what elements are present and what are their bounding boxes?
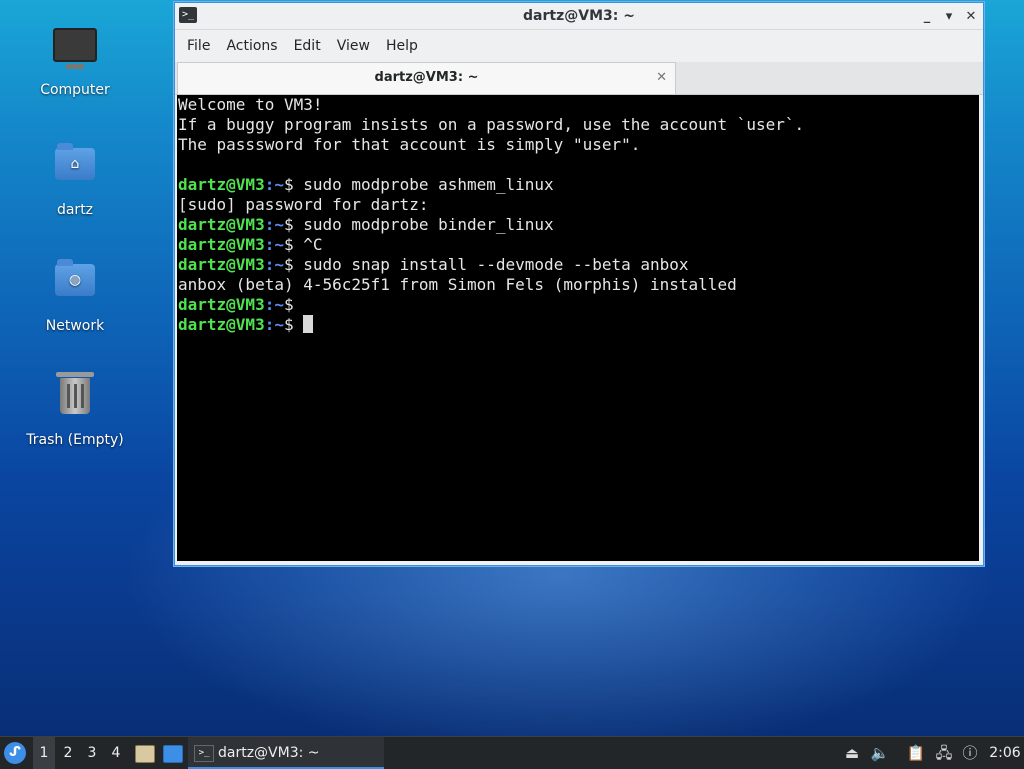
terminal-text: If a buggy program insists on a password… [178,115,805,134]
volume-icon[interactable]: 🔈 [868,737,892,769]
close-button[interactable]: ✕ [965,9,977,24]
desktop-icon-home[interactable]: ⌂ dartz [20,140,130,218]
prompt-user-host: dartz@VM3 [178,175,265,194]
window-title: dartz@VM3: ~ [523,8,635,24]
terminal-icon: >_ [194,745,214,762]
menu-view[interactable]: View [329,38,378,54]
taskbar-terminal-task[interactable]: >_ dartz@VM3: ~ [188,737,384,769]
terminal-prompt-line: dartz@VM3:~$ [178,295,979,315]
tab-close-icon[interactable]: ✕ [656,63,667,93]
terminal-prompt-line: dartz@VM3:~$ sudo modprobe ashmem_linux [178,175,979,195]
menu-edit[interactable]: Edit [286,38,329,54]
terminal-output-line: anbox (beta) 4-56c25f1 from Simon Fels (… [178,275,979,295]
prompt-user-host: dartz@VM3 [178,235,265,254]
desktop-icon [163,745,183,763]
desktop-icon-label: Trash (Empty) [26,432,124,448]
file-manager-launcher[interactable] [133,737,155,769]
prompt-user-host: dartz@VM3 [178,255,265,274]
prompt-symbol: $ [283,255,304,274]
workspace-3[interactable]: 3 [81,737,103,769]
trash-icon [51,372,99,426]
terminal-prompt-line: dartz@VM3:~$ [178,315,979,335]
terminal-tab[interactable]: dartz@VM3: ~ ✕ [177,62,676,94]
desktop-icon-label: Network [45,318,105,334]
terminal-prompt-line: dartz@VM3:~$ sudo snap install --devmode… [178,255,979,275]
desktop-icon-label: dartz [56,202,94,218]
start-menu-button[interactable]: ᔑ [4,737,28,769]
home-folder-icon: ⌂ [51,143,99,196]
update-notifier-icon[interactable]: ⓘ [958,737,982,769]
taskbar: ᔑ 1 2 3 4 >_ dartz@VM3: ~ ⏏ 🔈 📋 🖧 ⓘ 2:06 [0,736,1024,769]
terminal-text: [sudo] password for dartz: [178,195,429,214]
desktop-icon-label: Computer [40,82,110,98]
terminal-output-line: The passsword for that account is simply… [178,135,979,155]
eject-icon[interactable]: ⏏ [840,737,864,769]
prompt-symbol: $ [283,315,304,334]
prompt-user-host: dartz@VM3 [178,295,265,314]
prompt-symbol: $ [283,215,304,234]
tab-bar: dartz@VM3: ~ ✕ [175,62,983,95]
terminal-text: sudo snap install --devmode --beta anbox [303,255,689,274]
window-titlebar[interactable]: >_ dartz@VM3: ~ _ ▾ ✕ [175,3,983,30]
menu-file[interactable]: File [179,38,218,54]
network-folder-icon: ◍ [51,259,99,312]
tab-title: dartz@VM3: ~ [374,70,479,85]
prompt-path: :~ [264,215,284,234]
terminal-output-line: If a buggy program insists on a password… [178,115,979,135]
desktop-icon-trash[interactable]: Trash (Empty) [20,372,130,448]
terminal-window: >_ dartz@VM3: ~ _ ▾ ✕ File Actions Edit … [174,2,984,566]
prompt-symbol: $ [283,235,304,254]
prompt-user-host: dartz@VM3 [178,315,265,334]
computer-icon [51,28,99,76]
prompt-symbol: $ [283,295,304,314]
maximize-button[interactable]: ▾ [943,9,955,24]
clipboard-icon[interactable]: 📋 [904,737,928,769]
prompt-path: :~ [264,315,284,334]
desktop-icon-computer[interactable]: Computer [20,22,130,98]
lubuntu-logo-icon: ᔑ [4,742,26,764]
terminal-output-line: [sudo] password for dartz: [178,195,979,215]
task-label: dartz@VM3: ~ [218,745,320,761]
prompt-user-host: dartz@VM3 [178,215,265,234]
terminal-text: anbox (beta) 4-56c25f1 from Simon Fels (… [178,275,737,294]
network-icon[interactable]: 🖧 [932,737,956,769]
workspace-1[interactable]: 1 [33,737,55,769]
prompt-path: :~ [264,235,284,254]
menubar: File Actions Edit View Help [175,30,983,62]
workspace-4[interactable]: 4 [105,737,127,769]
terminal-prompt-line: dartz@VM3:~$ sudo modprobe binder_linux [178,215,979,235]
minimize-button[interactable]: _ [921,9,933,24]
terminal-cursor [303,315,314,333]
terminal-output-line: Welcome to VM3! [178,95,979,115]
prompt-path: :~ [264,255,284,274]
show-desktop-button[interactable] [161,737,183,769]
prompt-path: :~ [264,295,284,314]
terminal-text: The passsword for that account is simply… [178,135,641,154]
menu-actions[interactable]: Actions [218,38,285,54]
terminal-text: sudo modprobe ashmem_linux [303,175,554,194]
prompt-symbol: $ [283,175,304,194]
terminal-text: Welcome to VM3! [178,95,323,114]
workspace-2[interactable]: 2 [57,737,79,769]
desktop-icon-network[interactable]: ◍ Network [20,256,130,334]
terminal-text: sudo modprobe binder_linux [303,215,554,234]
terminal-output[interactable]: Welcome to VM3! If a buggy program insist… [177,95,979,561]
prompt-path: :~ [264,175,284,194]
terminal-prompt-line: dartz@VM3:~$ ^C [178,235,979,255]
clock[interactable]: 2:06 [986,737,1024,769]
file-manager-icon [135,745,155,763]
menu-help[interactable]: Help [378,38,426,54]
terminal-text: ^C [303,235,323,254]
